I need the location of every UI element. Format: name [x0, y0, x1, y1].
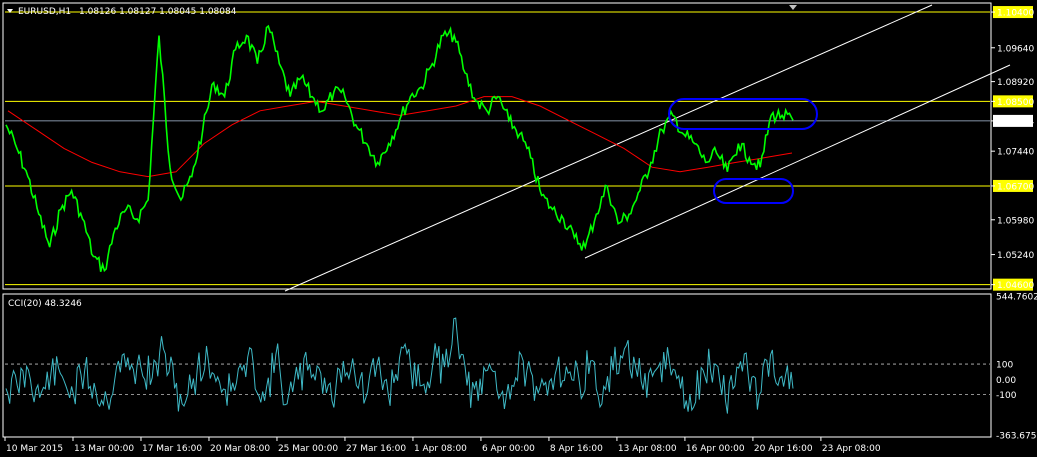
price-tick-label: 1.08084 [997, 117, 1034, 127]
time-axis: 10 Mar 2015 13 Mar 00:00 17 Mar 16:00 20 Ma… [4, 437, 881, 454]
time-tick-label: 17 Mar 16:00 [142, 444, 202, 454]
time-tick-label: 20 Apr 16:00 [754, 444, 813, 454]
time-tick-label: 23 Apr 08:00 [822, 444, 881, 454]
price-tick-label: 1.08920 [997, 78, 1034, 88]
time-tick-label: 13 Apr 08:00 [618, 444, 677, 454]
price-axis: 1.10400 1.09640 1.08920 1.08500 1.08084 1.074… [991, 6, 1034, 291]
time-tick-label: 6 Apr 00:00 [482, 444, 535, 454]
time-tick-label: 25 Mar 00:00 [278, 444, 338, 454]
price-tick-label: 1.04600 [997, 281, 1034, 291]
price-tick-label: 1.06700 [997, 182, 1034, 192]
cci-tick-label-3: -100 [996, 391, 1017, 401]
time-tick-label: 8 Apr 16:00 [550, 444, 603, 454]
cci-tick-label-2: 0.00 [996, 376, 1016, 386]
cci-tick-label-0: 544.7602 [996, 293, 1037, 303]
price-tick-label: 1.05980 [997, 216, 1034, 226]
cci-pane [2, 293, 992, 438]
time-tick-label: 16 Apr 00:00 [686, 444, 745, 454]
cci-tick-label-1: 100 [996, 361, 1013, 371]
cci-title: CCI(20) 48.3246 [8, 299, 82, 309]
price-tick-0: 1.10400 [991, 6, 1034, 19]
price-tick-7: 1.05980 [991, 216, 1034, 226]
time-tick-label: 1 Apr 08:00 [414, 444, 467, 454]
time-tick-label: 27 Mar 16:00 [346, 444, 406, 454]
price-tick-2: 1.08920 [991, 78, 1034, 88]
trading-chart: 1.10400 1.09640 1.08920 1.08500 1.08084 1.074… [2, 2, 1037, 454]
price-tick-6: 1.06700 [991, 179, 1034, 192]
cci-tick-label-4: -363.6757 [996, 432, 1037, 442]
price-tick-5: 1.07440 [991, 148, 1034, 158]
price-tick-label: 1.07440 [997, 148, 1034, 158]
price-tick-8: 1.05240 [991, 251, 1034, 261]
price-tick-9: 1.04600 [991, 278, 1034, 291]
price-tick-4: 1.08084 [991, 114, 1034, 127]
symbol-label: EURUSD,H1 [18, 7, 71, 17]
time-tick-label: 10 Mar 2015 [6, 444, 63, 454]
price-tick-label: 1.05240 [997, 251, 1034, 261]
price-tick-label: 1.10400 [997, 9, 1034, 19]
price-tick-label: 1.09640 [997, 44, 1034, 54]
price-tick-3: 1.08500 [991, 95, 1034, 108]
price-tick-label: 1.08500 [997, 98, 1034, 108]
cci-axis: 544.7602 100 0.00 -100 -363.6757 [996, 293, 1037, 442]
time-tick-label: 20 Mar 08:00 [210, 444, 270, 454]
ohlc-readout: 1.08126 1.08127 1.08045 1.08084 [79, 7, 237, 17]
price-tick-1: 1.09640 [991, 44, 1034, 54]
time-tick-label: 13 Mar 00:00 [74, 444, 134, 454]
